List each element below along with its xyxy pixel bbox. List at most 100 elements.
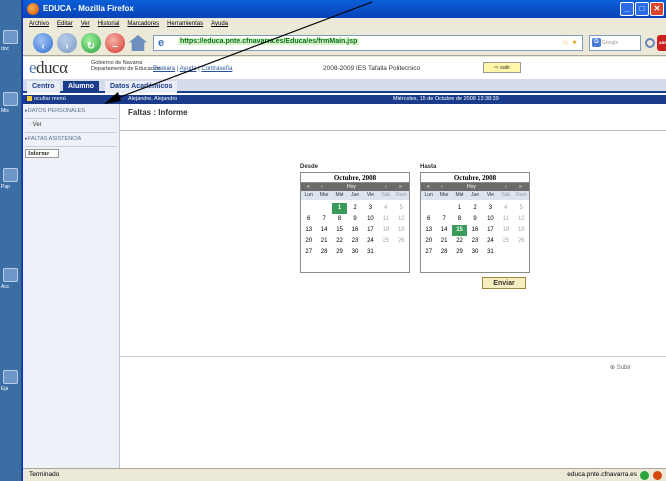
calendar-day[interactable]: 27 xyxy=(301,247,316,258)
calendar-day[interactable]: 28 xyxy=(316,247,331,258)
calendar-day[interactable]: 15 xyxy=(451,225,468,236)
calendar-day[interactable]: 17 xyxy=(363,225,378,236)
home-button[interactable] xyxy=(129,35,147,51)
link-contrasena[interactable]: Contraseña xyxy=(201,66,232,72)
menu-archivo[interactable]: Archivo xyxy=(29,18,49,30)
calendar-day[interactable]: 4 xyxy=(378,203,393,214)
calendar-day[interactable]: 9 xyxy=(467,214,482,225)
addon-icon[interactable] xyxy=(653,471,662,480)
calendar-day[interactable]: 29 xyxy=(332,247,347,258)
calendar-day[interactable]: 20 xyxy=(421,236,436,247)
desktop-icon[interactable] xyxy=(3,370,18,384)
calendar-day[interactable]: 26 xyxy=(514,236,529,247)
prev-month-button[interactable]: ‹ xyxy=(321,183,323,191)
next-month-button[interactable]: › xyxy=(385,183,387,191)
calendar-day[interactable]: 1 xyxy=(452,203,467,214)
url-bar[interactable]: e https://educa.pnte.cfnavarra.es/Educa/… xyxy=(153,35,583,51)
calendar-day[interactable]: 23 xyxy=(347,236,362,247)
calendar-day[interactable]: 11 xyxy=(498,214,513,225)
calendar-day[interactable]: 25 xyxy=(498,236,513,247)
calendar-day[interactable]: 14 xyxy=(316,225,331,236)
today-button[interactable]: Hoy xyxy=(347,183,356,191)
calendar-day[interactable]: 2 xyxy=(467,203,482,214)
calendar-day[interactable]: 16 xyxy=(467,225,482,236)
reload-button[interactable]: ↻ xyxy=(81,33,101,53)
calendar-day[interactable]: 2 xyxy=(347,203,362,214)
adblock-icon[interactable]: ABP xyxy=(657,35,666,51)
next-year-button[interactable]: » xyxy=(519,183,522,191)
title-bar[interactable]: EDUCA - Mozilla Firefox _ □ ✕ xyxy=(23,0,666,18)
calendar-day[interactable]: 24 xyxy=(483,236,498,247)
calendar-day[interactable]: 19 xyxy=(514,225,529,236)
calendar-day[interactable]: 30 xyxy=(347,247,362,258)
calendar-day[interactable]: 4 xyxy=(498,203,513,214)
calendar-day[interactable]: 5 xyxy=(394,203,409,214)
security-icon[interactable] xyxy=(640,471,649,480)
calendar-day[interactable]: 9 xyxy=(347,214,362,225)
calendar-day[interactable]: 12 xyxy=(394,214,409,225)
calendar-day[interactable]: 28 xyxy=(436,247,451,258)
calendar-day[interactable]: 31 xyxy=(483,247,498,258)
calendar-day[interactable]: 29 xyxy=(452,247,467,258)
tab-alumno[interactable]: Alumno xyxy=(63,81,100,93)
calendar-day[interactable]: 11 xyxy=(378,214,393,225)
desktop-icon[interactable] xyxy=(3,92,18,106)
calendar-day[interactable]: 31 xyxy=(363,247,378,258)
sidebar-item-ver[interactable]: · Ver xyxy=(29,122,42,128)
prev-year-button[interactable]: « xyxy=(427,183,430,191)
calendar-day[interactable]: 18 xyxy=(498,225,513,236)
calendar-day[interactable]: 7 xyxy=(436,214,451,225)
calendar-day[interactable]: 16 xyxy=(347,225,362,236)
calendar-day[interactable]: 10 xyxy=(363,214,378,225)
next-month-button[interactable]: › xyxy=(505,183,507,191)
menu-herramientas[interactable]: Herramientas xyxy=(167,18,203,30)
enviar-button[interactable]: Enviar xyxy=(482,277,526,289)
calendar-day[interactable]: 8 xyxy=(452,214,467,225)
subir-link[interactable]: ⊕ Subir xyxy=(610,364,631,371)
today-button[interactable]: Hoy xyxy=(467,183,476,191)
salir-button[interactable]: ⇨ salir xyxy=(483,62,521,73)
desktop-icon[interactable] xyxy=(3,30,18,44)
calendar-day[interactable]: 21 xyxy=(436,236,451,247)
calendar-day[interactable]: 25 xyxy=(378,236,393,247)
link-ayuda[interactable]: Ayuda xyxy=(180,66,197,72)
menu-editar[interactable]: Editar xyxy=(57,18,73,30)
calendar-day[interactable]: 3 xyxy=(483,203,498,214)
menu-marcadores[interactable]: Marcadores xyxy=(127,18,159,30)
calendar-day[interactable]: 5 xyxy=(514,203,529,214)
menu-ayuda[interactable]: Ayuda xyxy=(211,18,228,30)
sidebar-section-datos-personales[interactable]: ▸DATOS PERSONALES xyxy=(25,108,85,114)
calendar-day[interactable]: 22 xyxy=(332,236,347,247)
calendar-day[interactable]: 17 xyxy=(483,225,498,236)
bookmark-star-icon[interactable]: ☆ ✦ xyxy=(562,38,578,47)
calendar-day[interactable]: 18 xyxy=(378,225,393,236)
maximize-button[interactable]: □ xyxy=(635,2,649,16)
stop-button[interactable]: – xyxy=(105,33,125,53)
calendar-day[interactable]: 27 xyxy=(421,247,436,258)
calendar-day[interactable]: 7 xyxy=(316,214,331,225)
calendar-day[interactable]: 15 xyxy=(332,225,347,236)
calendar-day[interactable]: 6 xyxy=(421,214,436,225)
calendar-day[interactable]: 6 xyxy=(301,214,316,225)
tab-centro[interactable]: Centro xyxy=(27,81,60,93)
calendar-day[interactable]: 24 xyxy=(363,236,378,247)
calendar-day[interactable]: 13 xyxy=(421,225,436,236)
calendar-day[interactable]: 12 xyxy=(514,214,529,225)
forward-button[interactable]: › xyxy=(57,33,77,53)
sidebar-item-informe[interactable]: Informe xyxy=(25,149,59,158)
next-year-button[interactable]: » xyxy=(399,183,402,191)
calendar-day[interactable]: 10 xyxy=(483,214,498,225)
calendar-day[interactable]: 3 xyxy=(363,203,378,214)
back-button[interactable]: ‹ xyxy=(33,33,53,53)
calendar-day[interactable]: 26 xyxy=(394,236,409,247)
desktop-icon[interactable] xyxy=(3,168,18,182)
search-input[interactable]: G Google xyxy=(589,35,641,51)
calendar-day[interactable]: 1 xyxy=(331,203,348,214)
sidebar-section-faltas-asistencia[interactable]: ▸FALTAS ASISTENCIA xyxy=(25,136,81,142)
calendar-day[interactable]: 14 xyxy=(436,225,451,236)
link-euskara[interactable]: Euskara xyxy=(153,66,175,72)
prev-month-button[interactable]: ‹ xyxy=(441,183,443,191)
prev-year-button[interactable]: « xyxy=(307,183,310,191)
menu-historial[interactable]: Historial xyxy=(98,18,120,30)
calendar-day[interactable]: 20 xyxy=(301,236,316,247)
